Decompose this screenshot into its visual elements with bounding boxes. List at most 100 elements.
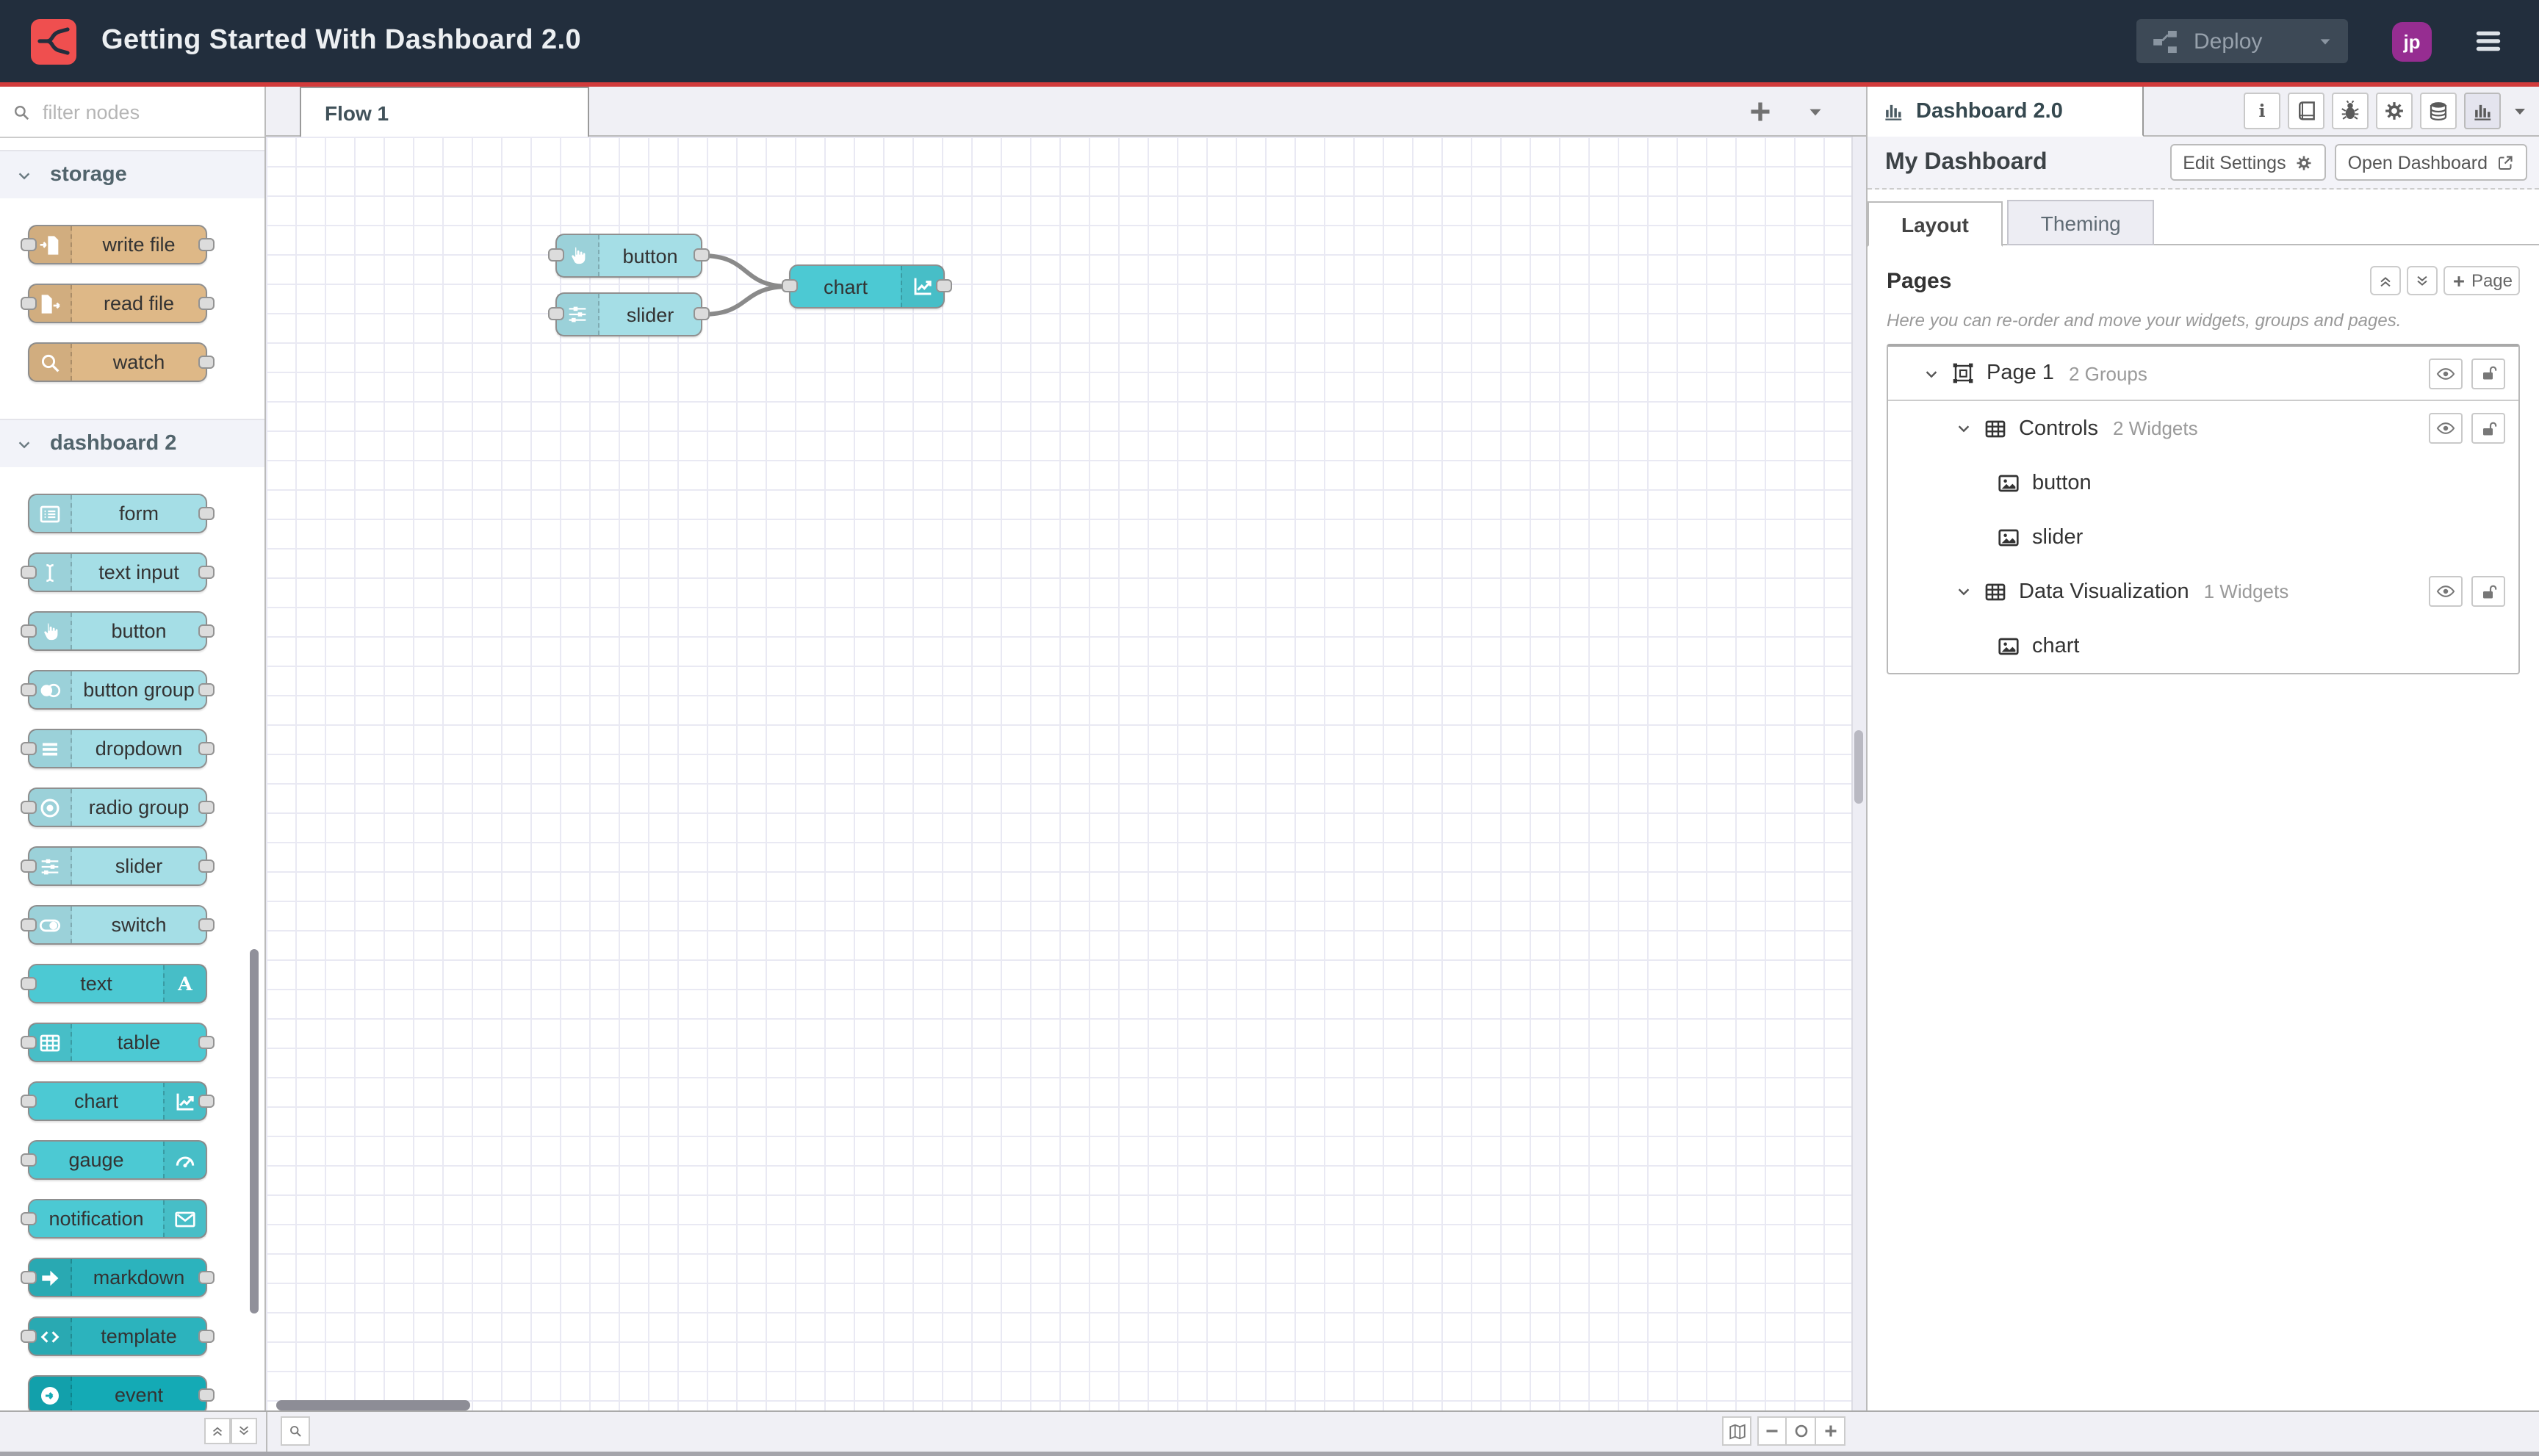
sidebar-toolbar-bug-button[interactable] xyxy=(2332,93,2369,129)
node-slider[interactable]: slider xyxy=(21,846,215,886)
open-dashboard-button[interactable]: Open Dashboard xyxy=(2334,144,2527,181)
node-output-port[interactable] xyxy=(198,918,215,931)
tab-flow-1[interactable]: Flow 1 xyxy=(300,87,589,137)
node-input-port[interactable] xyxy=(21,1329,37,1342)
node-read-file[interactable]: read file xyxy=(21,284,215,323)
node-input-port[interactable] xyxy=(782,279,798,292)
zoom-reset-button[interactable] xyxy=(1787,1416,1816,1446)
node-output-port[interactable] xyxy=(198,1094,215,1107)
node-input-port[interactable] xyxy=(548,248,564,262)
sidebar-toolbar-book-button[interactable] xyxy=(2288,93,2324,129)
deploy-caret-icon[interactable] xyxy=(2317,33,2333,49)
node-input-port[interactable] xyxy=(21,296,37,309)
node-button-group[interactable]: button group xyxy=(21,670,215,710)
node-input-port[interactable] xyxy=(21,918,37,931)
edit-settings-button[interactable]: Edit Settings xyxy=(2169,144,2326,181)
node-template[interactable]: template xyxy=(21,1316,215,1356)
node-output-port[interactable] xyxy=(198,355,215,368)
node-input-port[interactable] xyxy=(21,859,37,872)
zoom-out-button[interactable] xyxy=(1757,1416,1787,1446)
node-text-input[interactable]: text input xyxy=(21,552,215,592)
node-output-port[interactable] xyxy=(198,237,215,251)
node-button[interactable]: button xyxy=(21,611,215,651)
node-button[interactable]: button xyxy=(548,234,710,278)
tree-row-Page-1[interactable]: Page 1 2 Groups xyxy=(1888,347,2518,401)
node-radio-group[interactable]: radio group xyxy=(21,788,215,827)
sidebar-menu-caret-icon[interactable] xyxy=(2511,103,2529,120)
node-output-port[interactable] xyxy=(198,506,215,519)
sidebar-toolbar-info-button[interactable] xyxy=(2244,93,2280,129)
node-output-port[interactable] xyxy=(198,1270,215,1283)
sidebar-toolbar-dashboard-button[interactable] xyxy=(2464,93,2501,129)
node-output-port[interactable] xyxy=(198,859,215,872)
node-input-port[interactable] xyxy=(21,1094,37,1107)
expand-all-button[interactable] xyxy=(2406,266,2438,295)
user-avatar[interactable]: jp xyxy=(2392,21,2432,61)
node-dropdown[interactable]: dropdown xyxy=(21,729,215,768)
tree-row-button[interactable]: button xyxy=(1888,455,2518,510)
node-output-port[interactable] xyxy=(694,248,710,262)
tree-row-chart[interactable]: chart xyxy=(1888,619,2518,673)
node-input-port[interactable] xyxy=(21,237,37,251)
lock-button[interactable] xyxy=(2471,358,2505,389)
palette-category-dashboard-2[interactable]: dashboard 2 xyxy=(0,419,264,467)
zoom-in-button[interactable] xyxy=(1816,1416,1845,1446)
navigator-toggle-button[interactable] xyxy=(1722,1416,1751,1446)
node-gauge[interactable]: gauge xyxy=(21,1140,207,1180)
node-input-port[interactable] xyxy=(21,1270,37,1283)
node-input-port[interactable] xyxy=(21,800,37,813)
sidebar-toolbar-db-button[interactable] xyxy=(2420,93,2457,129)
deploy-button[interactable]: Deploy xyxy=(2136,19,2348,63)
palette-scrollbar[interactable] xyxy=(250,949,259,1313)
tree-row-Controls[interactable]: Controls 2 Widgets xyxy=(1888,401,2518,455)
add-page-button[interactable]: Page xyxy=(2443,266,2520,295)
node-input-port[interactable] xyxy=(21,1153,37,1166)
node-output-port[interactable] xyxy=(198,800,215,813)
node-switch[interactable]: switch xyxy=(21,905,215,945)
flow-list-caret-icon[interactable] xyxy=(1806,103,1825,122)
node-form[interactable]: form xyxy=(28,494,215,533)
node-watch[interactable]: watch xyxy=(28,342,215,382)
node-slider[interactable]: slider xyxy=(548,292,710,336)
collapse-all-button[interactable] xyxy=(2369,266,2401,295)
sidebar-toolbar-gear-button[interactable] xyxy=(2376,93,2413,129)
main-menu-icon[interactable] xyxy=(2470,28,2507,54)
node-table[interactable]: table xyxy=(21,1023,215,1062)
node-chart[interactable]: chart xyxy=(782,264,952,309)
canvas-horizontal-scrollbar[interactable] xyxy=(276,1400,470,1410)
node-output-port[interactable] xyxy=(198,1388,215,1401)
node-output-port[interactable] xyxy=(198,741,215,754)
node-input-port[interactable] xyxy=(21,624,37,637)
palette-double-up-button[interactable] xyxy=(204,1418,231,1444)
node-output-port[interactable] xyxy=(198,624,215,637)
lock-button[interactable] xyxy=(2471,576,2505,607)
add-flow-icon[interactable] xyxy=(1746,97,1775,126)
node-input-port[interactable] xyxy=(21,565,37,578)
filter-nodes-input[interactable] xyxy=(40,99,222,124)
canvas-grid[interactable]: button slider chart xyxy=(266,137,1853,1416)
node-input-port[interactable] xyxy=(21,741,37,754)
node-input-port[interactable] xyxy=(21,682,37,696)
node-output-port[interactable] xyxy=(198,682,215,696)
tab-layout[interactable]: Layout xyxy=(1868,201,2003,247)
visibility-button[interactable] xyxy=(2429,413,2463,444)
node-output-port[interactable] xyxy=(198,296,215,309)
node-input-port[interactable] xyxy=(21,976,37,990)
palette-double-down-button[interactable] xyxy=(231,1418,257,1444)
tree-row-slider[interactable]: slider xyxy=(1888,510,2518,564)
node-output-port[interactable] xyxy=(936,279,952,292)
canvas-vertical-scrollbar[interactable] xyxy=(1854,730,1863,804)
node-input-port[interactable] xyxy=(21,1211,37,1225)
node-output-port[interactable] xyxy=(198,1035,215,1048)
node-notification[interactable]: notification xyxy=(21,1199,207,1239)
node-markdown[interactable]: markdown xyxy=(21,1258,215,1297)
tree-row-Data-Visualization[interactable]: Data Visualization 1 Widgets xyxy=(1888,564,2518,619)
tab-theming[interactable]: Theming xyxy=(2006,200,2155,245)
palette-category-storage[interactable]: storage xyxy=(0,150,264,198)
node-write-file[interactable]: write file xyxy=(21,225,215,264)
visibility-button[interactable] xyxy=(2429,358,2463,389)
node-text[interactable]: text xyxy=(21,964,207,1003)
node-output-port[interactable] xyxy=(198,1329,215,1342)
node-chart[interactable]: chart xyxy=(21,1081,215,1121)
node-output-port[interactable] xyxy=(694,307,710,320)
